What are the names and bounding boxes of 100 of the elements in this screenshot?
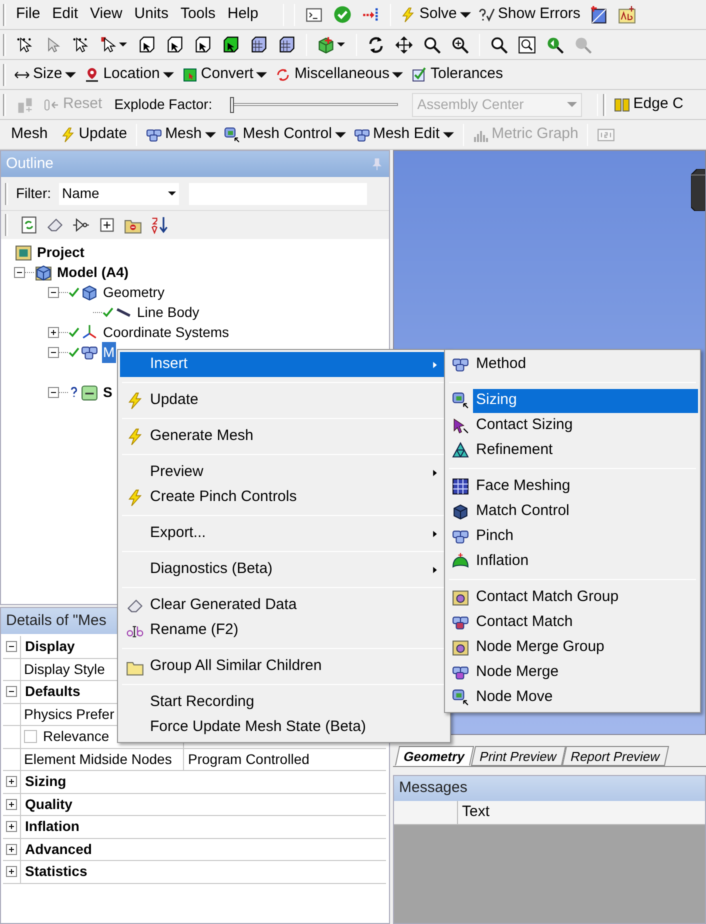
box-cursor-icon[interactable] bbox=[166, 36, 184, 54]
picture-frame-icon[interactable] bbox=[590, 6, 608, 24]
cube-plus-icon[interactable] bbox=[317, 36, 335, 54]
terminal-icon[interactable] bbox=[305, 6, 324, 24]
tree-item[interactable]: Model (A4) bbox=[56, 262, 130, 282]
menu-item[interactable]: Contact Match bbox=[473, 610, 698, 634]
menu-item[interactable]: Face Meshing bbox=[473, 474, 698, 498]
menu-item[interactable]: Preview bbox=[120, 460, 448, 485]
menu-item[interactable]: Create Pinch Controls bbox=[120, 485, 448, 510]
dropdown-button[interactable]: Mesh Edit bbox=[350, 122, 458, 148]
collapse-icon[interactable] bbox=[6, 641, 17, 652]
pan-icon[interactable] bbox=[395, 36, 413, 54]
menu-item[interactable]: Force Update Mesh State (Beta) bbox=[120, 715, 448, 740]
collapse-icon[interactable] bbox=[48, 386, 59, 398]
column-header[interactable]: Text bbox=[458, 801, 494, 824]
zoom-box-icon[interactable] bbox=[518, 36, 536, 54]
toolbar-button[interactable]: Edge C bbox=[610, 92, 688, 118]
view-tab[interactable]: Geometry bbox=[394, 746, 474, 766]
box-cursor-icon[interactable] bbox=[222, 36, 240, 54]
sort-down-icon[interactable] bbox=[150, 216, 168, 234]
zoom-icon[interactable] bbox=[423, 36, 441, 54]
cursor-dots-icon[interactable] bbox=[71, 36, 89, 54]
box-cursor-icon[interactable] bbox=[138, 36, 156, 54]
expand-icon[interactable] bbox=[6, 776, 17, 788]
menu-item[interactable]: Group All Similar Children bbox=[120, 654, 448, 679]
reset-icon bbox=[44, 96, 60, 112]
menu-item[interactable]: Node Merge bbox=[473, 660, 698, 684]
menu-item[interactable]: Node Merge Group bbox=[473, 636, 698, 660]
menu-bar-item[interactable]: Units bbox=[128, 3, 174, 26]
dropdown-button[interactable]: Size bbox=[10, 62, 80, 88]
tree-item[interactable]: S bbox=[102, 382, 114, 402]
menu-item[interactable]: Contact Match Group bbox=[473, 586, 698, 610]
menu-item[interactable]: Refinement bbox=[473, 438, 698, 462]
filter-dropdown[interactable]: Name bbox=[59, 182, 179, 204]
collapse-icon[interactable] bbox=[48, 346, 59, 358]
zoom-in-icon[interactable] bbox=[451, 36, 469, 54]
view-tab[interactable]: Report Preview bbox=[562, 746, 670, 766]
menu-bar-item[interactable]: View bbox=[84, 3, 128, 26]
dotted-arrow-icon[interactable] bbox=[362, 6, 380, 24]
dropdown-button[interactable]: Mesh bbox=[142, 122, 220, 148]
grid-cube-icon[interactable] bbox=[250, 36, 268, 54]
caret-icon[interactable] bbox=[119, 42, 127, 47]
menu-item[interactable]: Match Control bbox=[473, 500, 698, 524]
menu-item[interactable]: Start Recording bbox=[120, 690, 448, 715]
menu-item[interactable]: Pinch bbox=[473, 524, 698, 548]
expand-icon[interactable] bbox=[6, 844, 17, 855]
expand-icon[interactable] bbox=[6, 821, 17, 832]
menu-item[interactable]: Update bbox=[120, 388, 448, 413]
cursor-dots-icon[interactable] bbox=[15, 36, 33, 54]
expand-icon[interactable] bbox=[48, 326, 59, 338]
dropdown-button[interactable]: Mesh Control bbox=[220, 122, 350, 148]
rotate-icon[interactable] bbox=[367, 36, 385, 54]
checkbox[interactable] bbox=[24, 730, 37, 744]
menu-bar-item[interactable]: Edit bbox=[46, 3, 84, 26]
menu-item[interactable]: Inflation bbox=[473, 550, 698, 574]
tree-item[interactable]: M bbox=[102, 342, 116, 362]
menu-item[interactable]: Method bbox=[473, 352, 698, 376]
menu-item[interactable]: Export... bbox=[120, 521, 448, 546]
menu-item[interactable]: Rename (F2) bbox=[120, 618, 448, 643]
menu-bar-item[interactable]: File bbox=[10, 3, 46, 26]
tree-item[interactable]: Project bbox=[36, 242, 86, 262]
plus-box-icon[interactable] bbox=[98, 216, 116, 234]
menu-item[interactable]: Generate Mesh bbox=[120, 424, 448, 449]
view-tab[interactable]: Print Preview bbox=[470, 746, 566, 766]
box-cursor-icon[interactable] bbox=[194, 36, 212, 54]
slider-thumb[interactable] bbox=[230, 96, 234, 112]
group-heading: Display bbox=[24, 637, 75, 656]
caret-icon[interactable] bbox=[337, 42, 345, 47]
dropdown-button[interactable]: Convert bbox=[178, 62, 272, 88]
toolbar-button[interactable]: Show Errors bbox=[474, 2, 584, 28]
menu-bar-item[interactable]: Tools bbox=[174, 3, 222, 26]
toolbar-button[interactable]: Update bbox=[56, 122, 132, 148]
menu-item[interactable]: Diagnostics (Beta) bbox=[120, 557, 448, 582]
dropdown-button[interactable]: Solve bbox=[396, 2, 475, 28]
refresh-icon[interactable] bbox=[20, 216, 38, 234]
grid-cube-icon[interactable] bbox=[278, 36, 296, 54]
collapse-icon[interactable] bbox=[6, 686, 17, 698]
expand-icon[interactable] bbox=[6, 798, 17, 810]
logic-gate-icon[interactable] bbox=[72, 216, 90, 234]
menu-item[interactable]: Sizing bbox=[473, 388, 698, 412]
toolbar-button[interactable]: Tolerances bbox=[407, 62, 508, 88]
collapse-icon[interactable] bbox=[48, 286, 59, 298]
zoom-icon[interactable] bbox=[490, 36, 508, 54]
menu-bar-item[interactable]: Help bbox=[222, 3, 264, 26]
menu-item[interactable]: Clear Generated Data bbox=[120, 593, 448, 618]
dropdown-button[interactable]: Location bbox=[80, 62, 178, 88]
dropdown-button[interactable]: Miscellaneous bbox=[271, 62, 408, 88]
menu-item[interactable]: Contact Sizing bbox=[473, 414, 698, 438]
spell-check-icon[interactable] bbox=[618, 6, 636, 24]
menu-item[interactable]: Node Move bbox=[473, 686, 698, 710]
tree-item[interactable]: Line Body bbox=[136, 302, 200, 322]
cursor-select-icon[interactable] bbox=[99, 36, 117, 54]
collapse-icon[interactable] bbox=[14, 266, 25, 278]
okcircle-icon[interactable] bbox=[333, 5, 352, 24]
expand-icon[interactable] bbox=[6, 866, 17, 878]
zoom-back-icon[interactable] bbox=[546, 36, 564, 54]
explode-slider[interactable] bbox=[230, 96, 398, 114]
tree-item[interactable]: Geometry bbox=[102, 282, 166, 302]
eraser-icon[interactable] bbox=[46, 216, 64, 234]
tree-item[interactable]: Coordinate Systems bbox=[102, 322, 230, 342]
